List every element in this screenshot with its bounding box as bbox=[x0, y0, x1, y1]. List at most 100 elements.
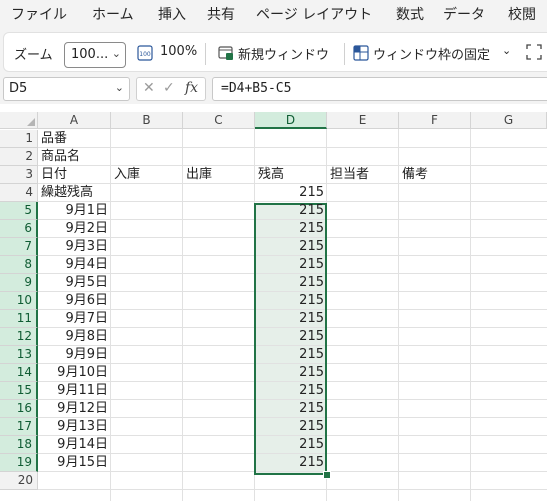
formula-input[interactable]: =D4+B5-C5 bbox=[212, 77, 547, 101]
row-header[interactable]: 16 bbox=[0, 400, 38, 418]
cell-a9[interactable]: 9月5日 bbox=[38, 274, 108, 292]
cell-a18[interactable]: 9月14日 bbox=[38, 436, 108, 454]
chevron-down-icon: ⌄ bbox=[114, 81, 124, 94]
zoom-100-icon[interactable]: 100 bbox=[137, 45, 153, 65]
row-header[interactable]: 10 bbox=[0, 292, 38, 310]
cell-a13[interactable]: 9月9日 bbox=[38, 346, 108, 364]
cell-b3[interactable]: 入庫 bbox=[114, 166, 140, 184]
row-header[interactable]: 14 bbox=[0, 364, 38, 382]
cell-d9[interactable]: 215 bbox=[255, 274, 324, 292]
freeze-panes-icon[interactable] bbox=[353, 45, 369, 65]
cell-d16[interactable]: 215 bbox=[255, 400, 324, 418]
tab-review[interactable]: 校閲 bbox=[508, 4, 536, 24]
tab-page-layout[interactable]: ページ レイアウト bbox=[256, 4, 372, 24]
row-header[interactable]: 8 bbox=[0, 256, 38, 274]
cell-a19[interactable]: 9月15日 bbox=[38, 454, 108, 472]
cell-a7[interactable]: 9月3日 bbox=[38, 238, 108, 256]
worksheet-grid[interactable]: A B C D E F G 1 2 3 4 5 6 7 8 9 10 11 12… bbox=[0, 104, 547, 501]
cell-d12[interactable]: 215 bbox=[255, 328, 324, 346]
cell-a17[interactable]: 9月13日 bbox=[38, 418, 108, 436]
row-header[interactable]: 18 bbox=[0, 436, 38, 454]
column-header-a[interactable]: A bbox=[38, 112, 111, 129]
row-header[interactable]: 4 bbox=[0, 184, 38, 202]
tab-formulas[interactable]: 数式 bbox=[396, 4, 424, 24]
row-header[interactable]: 15 bbox=[0, 382, 38, 400]
cell-d8[interactable]: 215 bbox=[255, 256, 324, 274]
cell-d7[interactable]: 215 bbox=[255, 238, 324, 256]
cell-d18[interactable]: 215 bbox=[255, 436, 324, 454]
cell-a1[interactable]: 品番 bbox=[41, 130, 67, 148]
gridline bbox=[182, 129, 183, 501]
column-header-b[interactable]: B bbox=[111, 112, 183, 129]
cell-a11[interactable]: 9月7日 bbox=[38, 310, 108, 328]
cell-a2[interactable]: 商品名 bbox=[41, 148, 80, 166]
cell-d17[interactable]: 215 bbox=[255, 418, 324, 436]
row-header[interactable]: 2 bbox=[0, 148, 38, 166]
formula-controls: ✕ ✓ fx bbox=[136, 77, 206, 101]
cell-a10[interactable]: 9月6日 bbox=[38, 292, 108, 310]
row-header[interactable]: 20 bbox=[0, 472, 38, 490]
tab-home[interactable]: ホーム bbox=[92, 4, 134, 24]
cell-d13[interactable]: 215 bbox=[255, 346, 324, 364]
zoom-dropdown[interactable]: 100... ⌄ bbox=[64, 42, 126, 68]
cell-a14[interactable]: 9月10日 bbox=[38, 364, 108, 382]
row-header[interactable]: 19 bbox=[0, 454, 38, 472]
fill-handle[interactable] bbox=[323, 471, 331, 479]
ribbon-divider bbox=[205, 43, 206, 65]
row-header[interactable]: 7 bbox=[0, 238, 38, 256]
chevron-down-icon[interactable]: ⌄ bbox=[502, 44, 511, 57]
cell-d11[interactable]: 215 bbox=[255, 310, 324, 328]
zoom-dropdown-value: 100... bbox=[71, 47, 109, 62]
row-header[interactable]: 5 bbox=[0, 202, 38, 220]
name-box[interactable]: D5 ⌄ bbox=[3, 77, 130, 101]
new-window-icon[interactable] bbox=[218, 45, 234, 65]
row-header[interactable]: 13 bbox=[0, 346, 38, 364]
freeze-panes-button[interactable]: ウィンドウ枠の固定 bbox=[373, 44, 490, 63]
cell-a12[interactable]: 9月8日 bbox=[38, 328, 108, 346]
cell-c3[interactable]: 出庫 bbox=[186, 166, 212, 184]
gridline bbox=[398, 129, 399, 501]
cell-a5[interactable]: 9月1日 bbox=[38, 202, 108, 220]
cell-a6[interactable]: 9月2日 bbox=[38, 220, 108, 238]
insert-function-icon[interactable]: fx bbox=[185, 80, 198, 96]
row-header[interactable]: 1 bbox=[0, 130, 38, 148]
column-header-d[interactable]: D bbox=[255, 112, 327, 129]
column-header-g[interactable]: G bbox=[471, 112, 547, 129]
column-header-e[interactable]: E bbox=[327, 112, 399, 129]
cancel-icon[interactable]: ✕ bbox=[143, 80, 155, 96]
tab-insert[interactable]: 挿入 bbox=[158, 4, 186, 24]
fullscreen-icon[interactable] bbox=[526, 44, 542, 64]
row-header[interactable]: 12 bbox=[0, 328, 38, 346]
name-box-value: D5 bbox=[9, 81, 28, 96]
cell-d6[interactable]: 215 bbox=[255, 220, 324, 238]
new-window-button[interactable]: 新規ウィンドウ bbox=[238, 44, 329, 63]
select-all-corner[interactable] bbox=[0, 112, 38, 129]
cell-f3[interactable]: 備考 bbox=[402, 166, 428, 184]
zoom-100-button[interactable]: 100% bbox=[160, 44, 197, 59]
enter-icon[interactable]: ✓ bbox=[163, 80, 175, 96]
tab-data[interactable]: データ bbox=[443, 4, 485, 24]
column-header-f[interactable]: F bbox=[399, 112, 471, 129]
cell-a4[interactable]: 繰越残高 bbox=[41, 184, 93, 202]
cell-a16[interactable]: 9月12日 bbox=[38, 400, 108, 418]
cell-d14[interactable]: 215 bbox=[255, 364, 324, 382]
row-header[interactable]: 9 bbox=[0, 274, 38, 292]
cell-d4[interactable]: 215 bbox=[255, 184, 324, 202]
row-header[interactable]: 3 bbox=[0, 166, 38, 184]
cell-d5[interactable]: 215 bbox=[255, 202, 324, 220]
cell-d3[interactable]: 残高 bbox=[258, 166, 284, 184]
row-header[interactable]: 17 bbox=[0, 418, 38, 436]
cell-a3[interactable]: 日付 bbox=[41, 166, 67, 184]
tab-file[interactable]: ファイル bbox=[11, 4, 67, 24]
cell-a8[interactable]: 9月4日 bbox=[38, 256, 108, 274]
cell-d19[interactable]: 215 bbox=[255, 454, 324, 472]
tab-share[interactable]: 共有 bbox=[207, 4, 235, 24]
row-header[interactable]: 11 bbox=[0, 310, 38, 328]
column-header-c[interactable]: C bbox=[183, 112, 255, 129]
cell-a15[interactable]: 9月11日 bbox=[38, 382, 108, 400]
gridline bbox=[110, 129, 111, 501]
row-header[interactable]: 6 bbox=[0, 220, 38, 238]
cell-d10[interactable]: 215 bbox=[255, 292, 324, 310]
cell-d15[interactable]: 215 bbox=[255, 382, 324, 400]
cell-e3[interactable]: 担当者 bbox=[330, 166, 369, 184]
